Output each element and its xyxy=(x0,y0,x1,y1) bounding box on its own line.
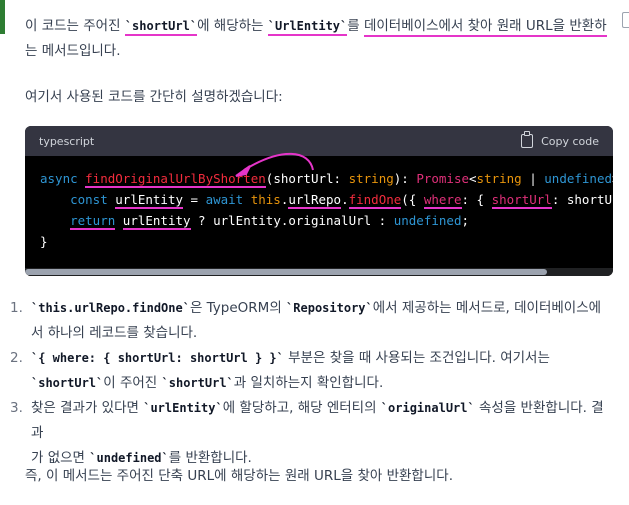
inline-code: `{ where: { shortUrl: shortUrl } }` xyxy=(31,351,284,365)
inline-code-urlentity: `UrlEntity` xyxy=(267,19,348,36)
code-token-key: shortUrl xyxy=(491,192,552,209)
inline-code: `undefined` xyxy=(89,451,169,465)
code-body[interactable]: async findOriginalUrlByShorten(shortUrl:… xyxy=(25,156,613,252)
code-token: Promise xyxy=(416,171,470,186)
code-token: | xyxy=(521,171,545,186)
code-token: < xyxy=(469,171,477,186)
list-item: 1. `this.urlRepo.findOne`은 TypeORM의 `Rep… xyxy=(0,296,629,346)
summary-paragraph: 즉, 이 메서드는 주어진 단축 URL에 해당하는 원래 URL을 찾아 반환… xyxy=(25,468,453,484)
code-token-return: return xyxy=(70,213,116,230)
code-token: async xyxy=(40,171,86,186)
intro-text: 를 xyxy=(347,18,364,34)
inline-code: `this.urlRepo.findOne` xyxy=(31,301,190,315)
inline-code: `shortUrl` xyxy=(161,376,234,390)
list-text: 부분은 찾을 때 사용되는 조건입니다. 여기서는 xyxy=(283,350,550,366)
list-item: 2. `{ where: { shortUrl: shortUrl } }` 부… xyxy=(0,346,629,396)
code-token-function-name: findOriginalUrlByShorten xyxy=(85,171,266,188)
code-token: shortUrl xyxy=(273,171,334,186)
code-token: ({ xyxy=(401,192,424,207)
message-accent-bar xyxy=(0,0,5,34)
code-token: undefined xyxy=(393,213,462,228)
list-number: 2. xyxy=(10,350,23,366)
code-token: ? urlEntity.originalUrl : xyxy=(190,213,394,228)
code-token: undefined xyxy=(544,171,613,186)
explanation-list: 1. `this.urlRepo.findOne`은 TypeORM의 `Rep… xyxy=(0,296,629,471)
list-text: 에서 제공하는 메서드로, 데이터베이스에 xyxy=(372,300,602,316)
highlighted-phrase: 데이터베이스에서 찾아 원래 URL을 반환하 xyxy=(363,18,607,37)
code-token: const xyxy=(70,192,116,207)
code-token-var: urlEntity xyxy=(115,192,183,209)
horizontal-scrollbar[interactable] xyxy=(25,268,613,276)
code-token-where: where xyxy=(423,192,462,209)
code-line-1: async findOriginalUrlByShorten(shortUrl:… xyxy=(40,171,613,188)
intro-paragraph: 이 코드는 주어진 `shortUrl`에 해당하는 `UrlEntity`를 … xyxy=(25,14,611,64)
code-token: ; xyxy=(461,213,469,228)
code-block: typescript Copy code async findOriginalU… xyxy=(25,126,613,276)
code-token: . xyxy=(341,192,349,207)
code-line-4: } xyxy=(40,234,48,249)
code-token: : { xyxy=(461,192,492,207)
list-text: 에 할당하고, 해당 엔터티의 xyxy=(222,400,381,416)
code-line-2: const urlEntity = await this.urlRepo.fin… xyxy=(40,192,613,209)
list-number: 3. xyxy=(10,400,23,416)
inline-code-shorturl: `shortUrl` xyxy=(124,19,198,36)
code-language-label: typescript xyxy=(39,134,95,148)
code-token: this xyxy=(250,192,281,207)
code-token: : shortUrl } }); xyxy=(551,192,613,207)
list-text: 은 TypeORM의 xyxy=(189,300,287,316)
list-item: 3. 찾은 결과가 있다면 `urlEntity`에 할당하고, 해당 엔터티의… xyxy=(0,396,629,471)
code-token: string xyxy=(348,171,394,186)
scrollbar-thumb[interactable] xyxy=(25,269,547,275)
code-token: ): xyxy=(393,171,417,186)
code-token: : xyxy=(333,171,349,186)
copy-icon[interactable] xyxy=(622,12,629,28)
inline-code: `Repository` xyxy=(286,301,373,315)
code-token: > { xyxy=(612,171,613,186)
intro-text: 에 해당하는 xyxy=(197,18,268,34)
copy-code-button[interactable]: Copy code xyxy=(521,131,599,148)
list-text: 이 주어진 xyxy=(103,375,162,391)
inline-code: `originalUrl` xyxy=(380,401,475,415)
code-token-repo: urlRepo xyxy=(288,192,342,209)
copy-code-label: Copy code xyxy=(541,134,599,148)
code-token-findone: findOne xyxy=(348,192,402,209)
code-token: = xyxy=(183,192,206,207)
inline-code: `urlEntity` xyxy=(143,401,223,415)
code-token: string xyxy=(476,171,522,186)
code-token-var: urlEntity xyxy=(122,213,191,230)
code-line-3: return urlEntity ? urlEntity.originalUrl… xyxy=(40,213,469,230)
explain-intro: 여기서 사용된 코드를 간단히 설명하겠습니다: xyxy=(25,89,283,105)
code-token: await xyxy=(205,192,251,207)
list-text: 서 하나의 레코드를 찾습니다. xyxy=(31,325,198,341)
clipboard-icon xyxy=(521,131,534,148)
list-text: 과 일치하는지 확인합니다. xyxy=(233,375,384,391)
intro-text: 이 코드는 주어진 xyxy=(25,18,125,34)
code-header: typescript Copy code xyxy=(25,126,613,156)
list-number: 1. xyxy=(10,300,23,316)
list-text: 찾은 결과가 있다면 xyxy=(31,400,144,416)
intro-text: 는 메서드입니다. xyxy=(25,43,121,59)
inline-code: `shortUrl` xyxy=(31,376,104,390)
